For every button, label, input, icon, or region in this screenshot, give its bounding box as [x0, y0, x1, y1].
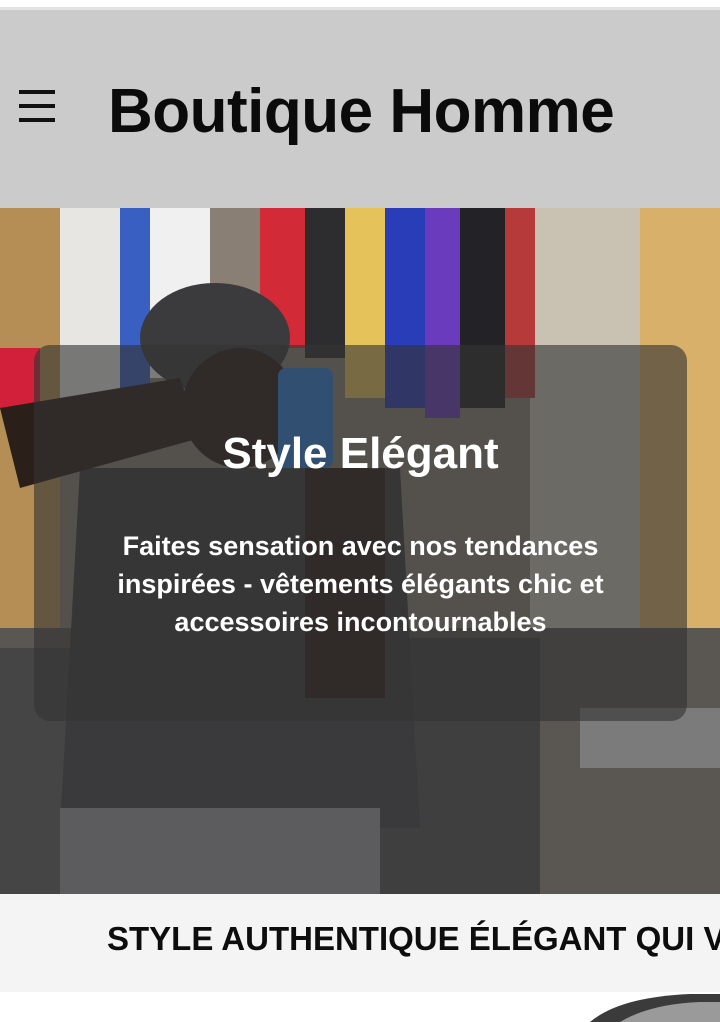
- next-section-preview: [0, 992, 720, 1022]
- site-header: Boutique Homme: [0, 10, 720, 208]
- top-status-strip: [0, 0, 720, 10]
- site-title[interactable]: Boutique Homme: [108, 76, 615, 147]
- hero-overlay-card: Style Elégant Faites sensation avec nos …: [34, 345, 687, 721]
- hamburger-menu-icon[interactable]: [18, 90, 56, 126]
- scrolling-ticker: STYLE AUTHENTIQUE ÉLÉGANT QUI V: [0, 894, 720, 992]
- hero-description: Faites sensation avec nos tendances insp…: [117, 531, 604, 637]
- ticker-text: STYLE AUTHENTIQUE ÉLÉGANT QUI V: [107, 920, 720, 957]
- hero-banner: Style Elégant Faites sensation avec nos …: [0, 208, 720, 894]
- next-section-image: [590, 994, 720, 1022]
- hero-title: Style Elégant: [222, 429, 499, 478]
